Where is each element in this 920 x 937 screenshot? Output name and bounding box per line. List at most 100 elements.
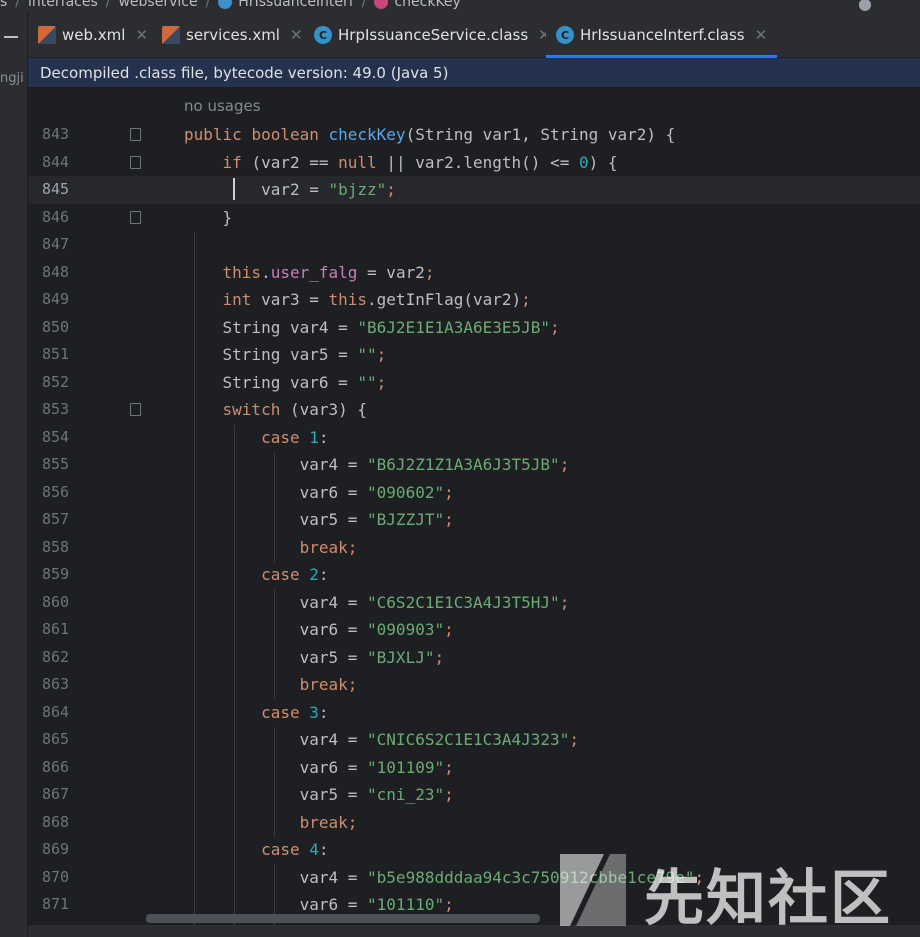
code-line[interactable]: 847 [28,231,920,259]
line-number[interactable]: 846 [42,204,72,232]
line-number[interactable]: 865 [42,726,72,754]
code-line[interactable]: 866 var6 = "101109"; [28,754,920,782]
code-line[interactable]: 851 String var5 = ""; [28,341,920,369]
line-number[interactable]: 848 [42,259,72,287]
line-number[interactable]: 864 [42,699,72,727]
xml-file-icon [38,26,56,44]
horizontal-scrollbar[interactable] [146,914,540,923]
line-number[interactable]: 856 [42,479,72,507]
line-number[interactable]: 870 [42,864,72,892]
code-line[interactable]: 853 switch (var3) { [28,396,920,424]
fold-marker-icon[interactable] [130,128,141,141]
code-line[interactable]: 862 var5 = "BJXLJ"; [28,644,920,672]
code-line[interactable]: 845 var2 = "bjzz"; [28,176,920,204]
code-token: "bjzz" [328,180,387,199]
code-line[interactable]: 870 var4 = "b5e988dddaa94c3c750912cbbe1c… [28,864,920,892]
code-editor[interactable]: no usages 843 public boolean checkKey(Str… [28,88,920,937]
project-tool-strip: ngji [0,12,28,937]
user-icon[interactable]: ● [858,0,872,12]
code-token: var5 = [184,647,368,667]
code-text: var4 = "CNIC6S2C1E1C3A4J323"; [184,726,579,754]
code-line[interactable]: 869 case 4: [28,836,920,864]
code-line[interactable]: 868 break; [28,809,920,837]
line-number[interactable]: 844 [42,149,72,177]
code-line[interactable]: 850 String var4 = "B6J2E1E1A3A6E3E5JB"; [28,314,920,342]
breadcrumb-item[interactable]: interfaces [28,0,98,10]
breadcrumb-item[interactable]: checkKey [394,0,460,10]
code-text: var5 = "BJXLJ"; [184,644,445,672]
close-icon[interactable]: ✕ [135,26,148,44]
code-token: break; [299,537,358,557]
code-token: null [338,152,387,172]
line-number[interactable]: 868 [42,809,72,837]
code-token: (var2 == [251,152,339,172]
tab-services-xml[interactable]: services.xml ✕ [162,12,303,58]
code-token: "101110" [367,895,445,914]
code-line[interactable]: 855 var4 = "B6J2Z1Z1A3A6J3T5JB"; [28,451,920,479]
close-icon[interactable]: ✕ [755,26,768,44]
code-token: "cni_23" [367,785,445,804]
code-line[interactable]: 859 case 2: [28,561,920,589]
line-number[interactable]: 845 [42,176,72,204]
line-number[interactable]: 843 [42,121,72,149]
code-line[interactable]: 857 var5 = "BJZZJT"; [28,506,920,534]
line-number[interactable]: 852 [42,369,72,397]
code-line[interactable]: 858 break; [28,534,920,562]
line-number[interactable]: 850 [42,314,72,342]
code-line[interactable]: 852 String var6 = ""; [28,369,920,397]
code-token: var6 = [184,757,368,777]
fold-marker-icon[interactable] [130,210,141,224]
class-file-icon: C [314,26,332,44]
code-line[interactable]: 849 int var3 = this.getInFlag(var2); [28,286,920,314]
code-line[interactable]: 861 var6 = "090903"; [28,616,920,644]
line-number[interactable]: 858 [42,534,72,562]
line-number[interactable]: 854 [42,424,72,452]
code-token: ; [376,372,387,392]
project-tree-partial-text: ngji [0,71,24,86]
line-number[interactable]: 860 [42,589,72,617]
code-token: var3 = [261,290,329,309]
line-number[interactable]: 862 [42,644,72,672]
line-number[interactable]: 851 [42,341,72,369]
code-line[interactable]: 860 var4 = "C6S2C1E1C3A4J3T5HJ"; [28,589,920,617]
line-number[interactable]: 847 [42,231,72,259]
breadcrumb-item[interactable]: webservice [118,0,197,10]
breadcrumb: s / interfaces / webservice / HrIssuance… [0,0,920,12]
line-number[interactable]: 871 [42,891,72,919]
tab-hrpissuanceservice-class[interactable]: C HrpIssuanceService.class ✕ [314,12,551,58]
code-line[interactable]: 863 break; [28,671,920,699]
breadcrumb-item[interactable]: HrIssuanceInterf [238,0,353,10]
usages-hint[interactable]: no usages [184,97,261,115]
code-line[interactable]: 848 this.user_falg = var2; [28,259,920,287]
fold-marker-icon[interactable] [130,403,141,416]
line-number[interactable]: 867 [42,781,72,809]
line-number[interactable]: 866 [42,754,72,782]
code-line[interactable]: 844 if (var2 == null || var2.length() <=… [28,149,920,177]
line-number[interactable]: 869 [42,836,72,864]
tab-web-xml[interactable]: web.xml ✕ [38,12,148,58]
line-number[interactable]: 853 [42,396,72,424]
close-icon[interactable]: ✕ [290,26,303,44]
code-line[interactable]: 856 var6 = "090602"; [28,479,920,507]
collapse-icon[interactable] [4,36,18,38]
code-token: this [222,262,262,282]
code-line[interactable]: 864 case 3: [28,699,920,727]
line-number[interactable]: 855 [42,451,72,479]
line-number[interactable]: 857 [42,506,72,534]
code-line[interactable]: 846 } [28,204,920,232]
code-text: var4 = "b5e988dddaa94c3c750912cbbe1ce79e… [184,864,705,892]
line-number[interactable]: 863 [42,671,72,699]
line-number[interactable]: 861 [42,616,72,644]
code-token: checkKey [328,125,406,144]
code-token: "C6S2C1E1C3A4J3T5HJ" [367,592,560,612]
code-line[interactable]: 867 var5 = "cni_23"; [28,781,920,809]
code-line[interactable]: 854 case 1: [28,424,920,452]
code-line[interactable]: 843 public boolean checkKey(String var1, … [28,121,920,149]
tab-hrissuanceinterf-class[interactable]: C HrIssuanceInterf.class ✕ [546,12,778,58]
fold-marker-icon[interactable] [130,155,141,169]
breadcrumb-item[interactable]: s [0,0,7,10]
line-number[interactable]: 859 [42,561,72,589]
code-line[interactable]: 865 var4 = "CNIC6S2C1E1C3A4J323"; [28,726,920,754]
line-number[interactable]: 849 [42,286,72,314]
